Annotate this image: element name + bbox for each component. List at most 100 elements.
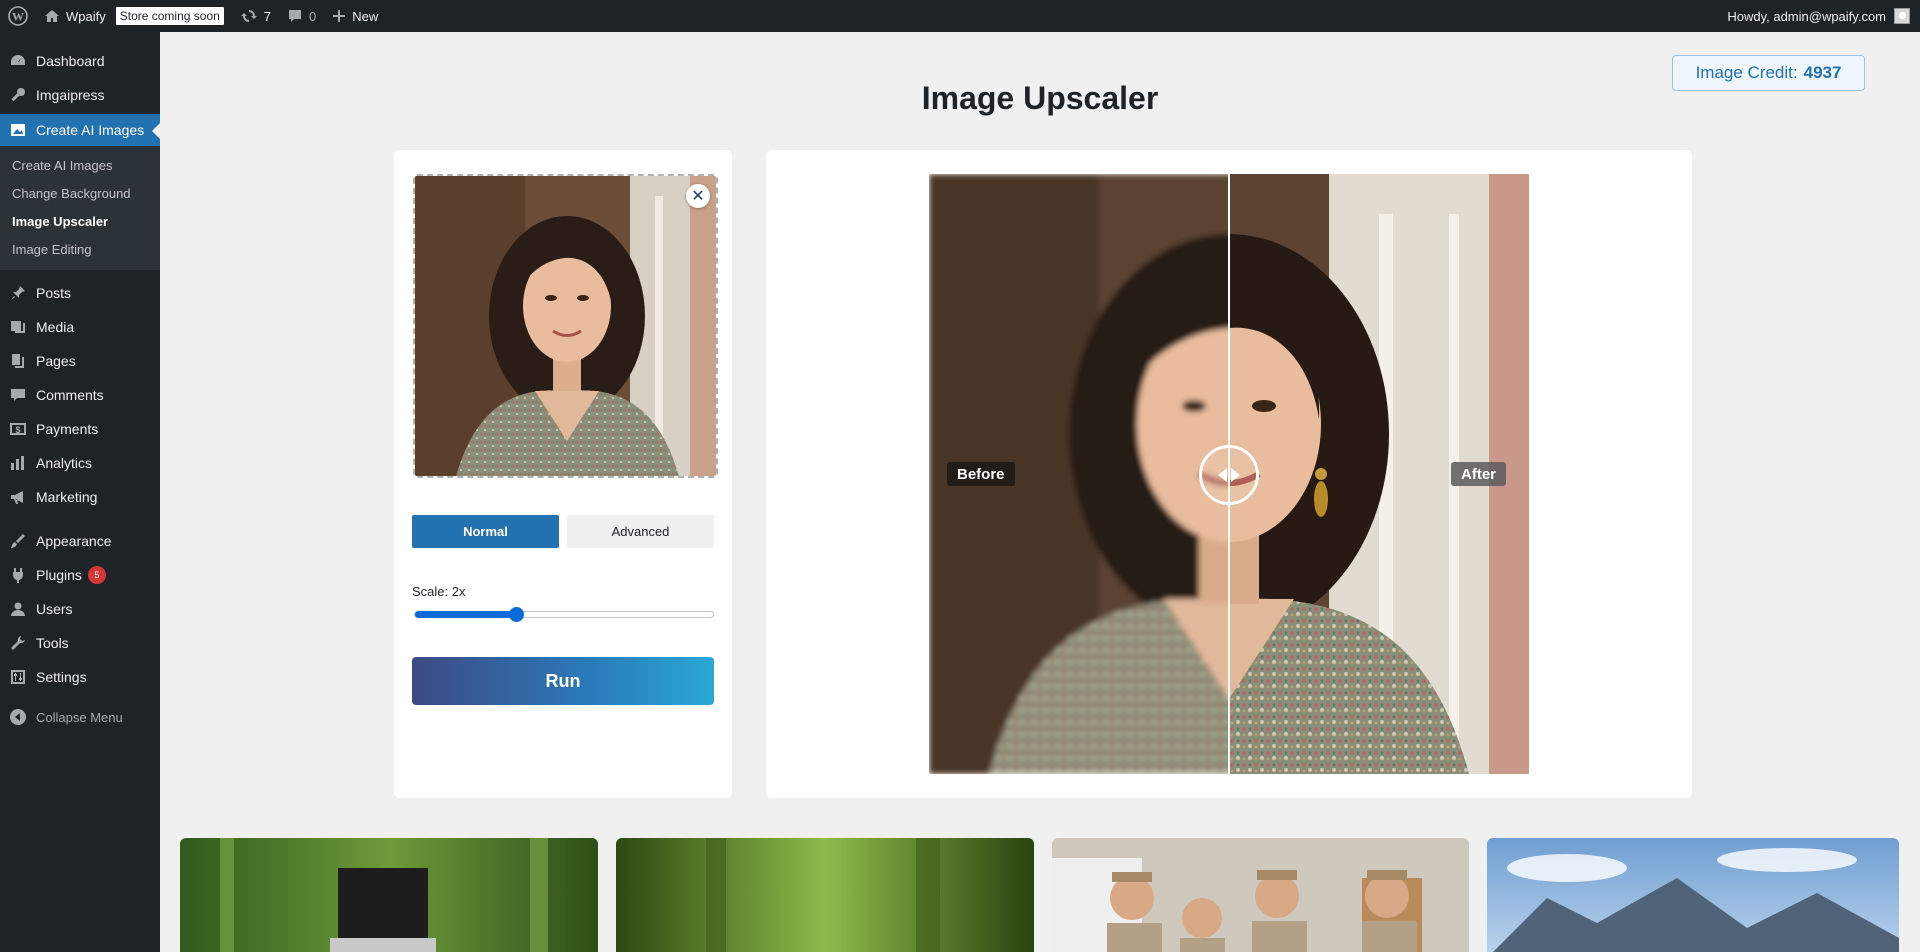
upscaler-controls-card: ✕ Normal Advanced Scale: 2x Run [394, 150, 732, 798]
dashboard-icon [8, 51, 28, 71]
comments-count: 0 [309, 8, 317, 24]
mode-normal-tab[interactable]: Normal [412, 515, 559, 548]
run-button[interactable]: Run [412, 657, 714, 705]
image-icon [8, 120, 28, 140]
sidebar-item-label: Posts [36, 285, 72, 301]
before-label: Before [947, 462, 1015, 486]
sidebar-item-create-ai-images[interactable]: Create AI Images [0, 114, 160, 146]
sidebar-item-label: Analytics [36, 455, 93, 471]
mode-advanced-tab[interactable]: Advanced [567, 515, 714, 548]
new-label: New [352, 8, 379, 24]
before-after-comparison[interactable]: Before After [929, 174, 1529, 774]
comparison-drag-handle[interactable] [1199, 445, 1259, 505]
dollar-icon: $ [8, 419, 28, 439]
sidebar-item-tools[interactable]: Tools [0, 626, 160, 660]
wrench-icon [8, 633, 28, 653]
comments-link[interactable]: 0 [279, 0, 324, 32]
gallery-image-watch[interactable] [180, 838, 598, 952]
sidebar-item-label: Appearance [36, 533, 112, 549]
submenu-item-create-ai-images[interactable]: Create AI Images [0, 152, 160, 180]
megaphone-icon [8, 487, 28, 507]
avatar[interactable] [1894, 8, 1910, 24]
sidebar-item-plugins[interactable]: Plugins 5 [0, 558, 160, 592]
updates-link[interactable]: 7 [232, 0, 279, 32]
arrow-left-icon [1218, 468, 1227, 482]
sidebar-item-dashboard[interactable]: Dashboard [0, 44, 160, 78]
page-title: Image Upscaler [921, 80, 1159, 116]
plug-icon [8, 565, 28, 585]
sidebar-item-media[interactable]: Media [0, 310, 160, 344]
sidebar-item-label: Payments [36, 421, 99, 437]
plugins-update-badge: 5 [87, 566, 106, 584]
new-content-link[interactable]: New [324, 0, 386, 32]
sidebar-item-marketing[interactable]: Marketing [0, 480, 160, 514]
svg-text:$: $ [15, 425, 20, 435]
sidebar-item-appearance[interactable]: Appearance [0, 524, 160, 558]
sidebar-item-posts[interactable]: Posts [0, 276, 160, 310]
media-icon [8, 317, 28, 337]
bar-chart-icon [8, 453, 28, 473]
collapse-menu-label: Collapse Menu [36, 709, 123, 725]
sidebar-item-pages[interactable]: Pages [0, 344, 160, 378]
sidebar-item-label: Imgaipress [36, 87, 105, 103]
submenu-create-ai-images: Create AI Images Change Background Image… [0, 146, 160, 270]
submenu-item-image-editing[interactable]: Image Editing [0, 236, 160, 264]
store-status-badge: Store coming soon [115, 7, 224, 25]
delivery-team-image [1052, 838, 1469, 952]
comparison-card: Before After [766, 150, 1692, 798]
admin-bar: W Wpaify Store coming soon 7 0 New Howdy… [0, 0, 1920, 32]
submenu-item-image-upscaler[interactable]: Image Upscaler [0, 208, 160, 236]
sidebar-item-imgaipress[interactable]: Imgaipress [0, 78, 160, 112]
wordpress-logo-icon[interactable]: W [0, 0, 36, 32]
user-icon [8, 599, 28, 619]
site-name-link[interactable]: Wpaify Store coming soon [36, 0, 232, 32]
pages-icon [8, 351, 28, 371]
collapse-menu-button[interactable]: Collapse Menu [0, 700, 160, 734]
scale-label: Scale: 2x [412, 584, 466, 599]
pin-icon [8, 283, 28, 303]
gallery-image-forest[interactable] [616, 838, 1034, 952]
refresh-icon [240, 7, 258, 25]
comment-icon [8, 385, 28, 405]
site-name: Wpaify [66, 8, 106, 24]
sidebar-item-label: Comments [36, 387, 104, 403]
sidebar-item-label: Plugins [36, 567, 82, 583]
scale-slider-handle[interactable] [509, 607, 525, 622]
remove-image-button[interactable]: ✕ [686, 184, 710, 208]
uploaded-image-preview[interactable]: ✕ [413, 174, 718, 478]
gallery-image-mountains[interactable] [1487, 838, 1899, 952]
gallery-image-delivery-team[interactable] [1052, 838, 1469, 952]
sidebar-item-comments[interactable]: Comments [0, 378, 160, 412]
watch-image [180, 838, 598, 952]
sidebar-item-label: Users [36, 601, 73, 617]
key-icon [8, 85, 28, 105]
close-icon: ✕ [691, 188, 705, 205]
sidebar-item-users[interactable]: Users [0, 592, 160, 626]
sidebar-item-label: Marketing [36, 489, 98, 505]
portrait-thumbnail-image [415, 176, 716, 476]
sidebar-item-payments[interactable]: $ Payments [0, 412, 160, 446]
settings-icon [8, 667, 28, 687]
home-icon [44, 8, 60, 24]
forest-image [616, 838, 1034, 952]
plus-icon [332, 9, 346, 23]
collapse-arrow-icon [8, 707, 28, 727]
svg-text:W: W [12, 10, 24, 24]
admin-sidebar: Dashboard Imgaipress Create AI Images Cr… [0, 32, 160, 952]
brush-icon [8, 531, 28, 551]
submenu-item-change-background[interactable]: Change Background [0, 180, 160, 208]
howdy-account-link[interactable]: Howdy, admin@wpaify.com [1727, 9, 1886, 24]
sidebar-item-analytics[interactable]: Analytics [0, 446, 160, 480]
scale-slider-fill [415, 611, 517, 618]
sidebar-item-settings[interactable]: Settings [0, 660, 160, 694]
sidebar-item-label: Media [36, 319, 75, 335]
sidebar-item-label: Settings [36, 669, 87, 685]
updates-count: 7 [263, 8, 272, 24]
after-label: After [1451, 462, 1507, 486]
arrow-right-icon [1231, 468, 1240, 482]
sidebar-item-label: Pages [36, 353, 76, 369]
sidebar-item-label: Tools [36, 635, 69, 651]
sidebar-item-label: Dashboard [36, 53, 105, 69]
scale-slider[interactable] [414, 607, 714, 622]
comment-bubble-icon [287, 8, 303, 24]
